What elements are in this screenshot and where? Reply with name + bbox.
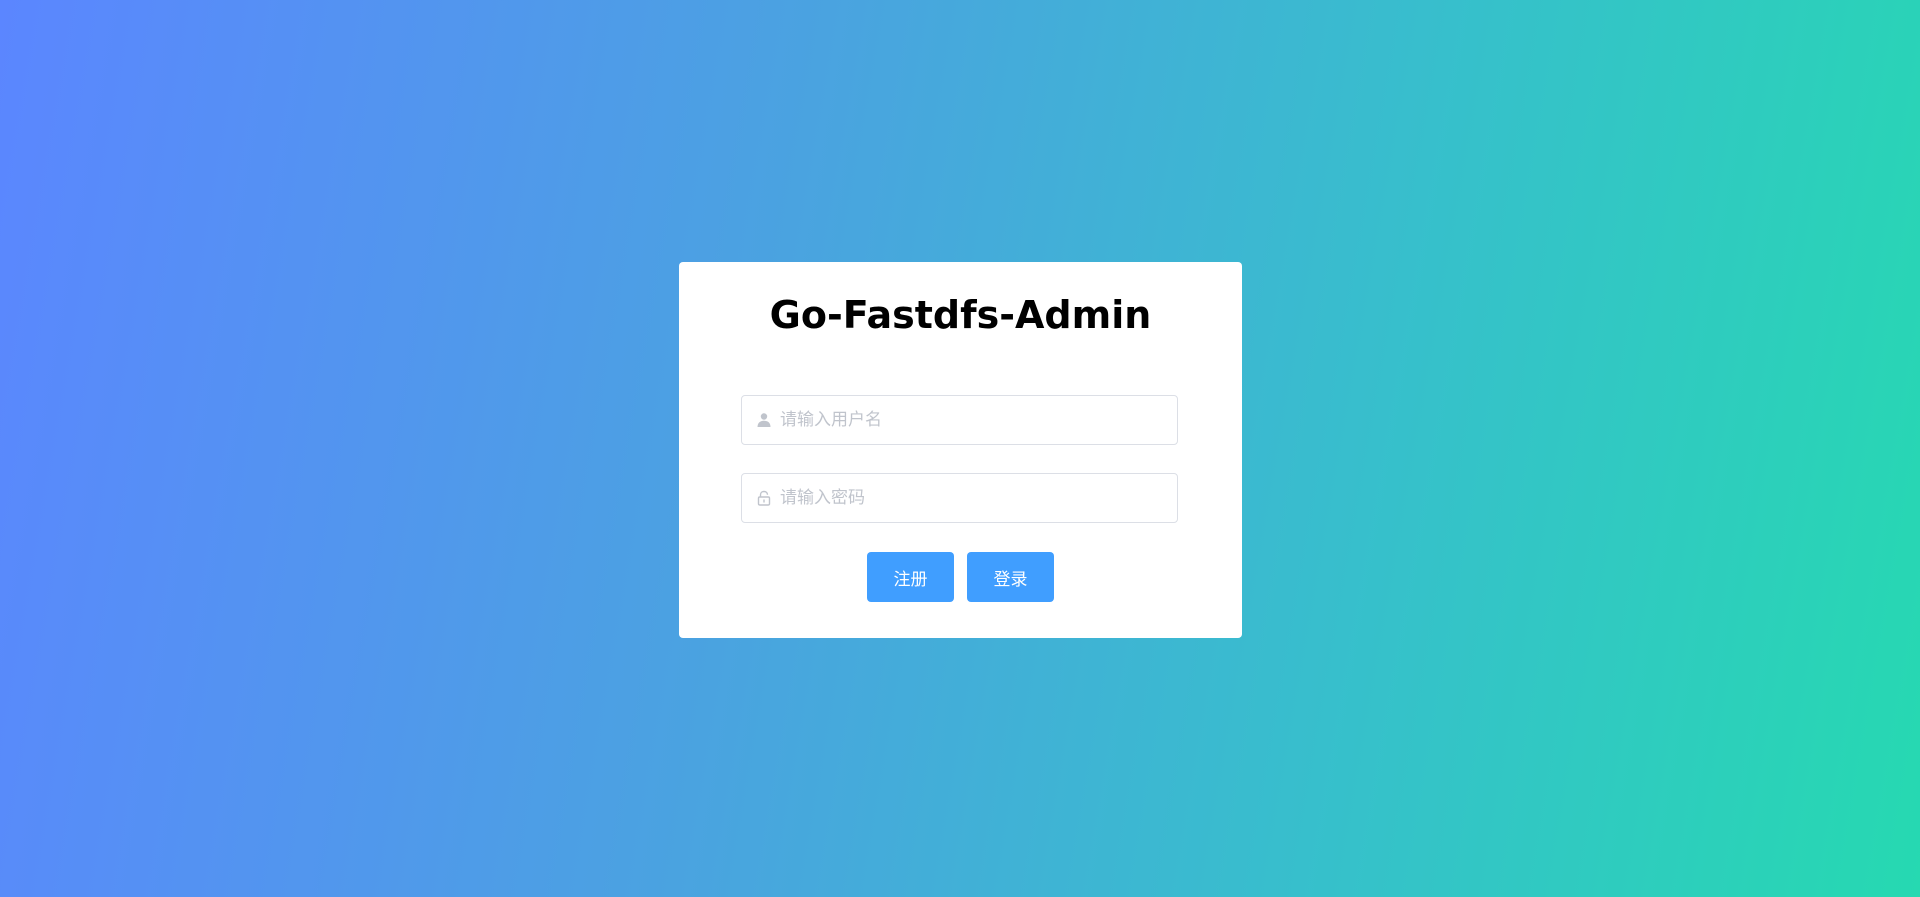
password-input[interactable] <box>780 474 1170 522</box>
login-card: Go-Fastdfs-Admin 注册 登录 <box>679 262 1242 638</box>
page-title: Go-Fastdfs-Admin <box>769 293 1152 337</box>
user-icon <box>756 412 772 428</box>
password-field[interactable] <box>741 473 1178 523</box>
lock-icon <box>756 490 772 506</box>
username-field[interactable] <box>741 395 1178 445</box>
login-button[interactable]: 登录 <box>967 552 1054 602</box>
username-input[interactable] <box>780 396 1170 444</box>
register-button[interactable]: 注册 <box>867 552 954 602</box>
